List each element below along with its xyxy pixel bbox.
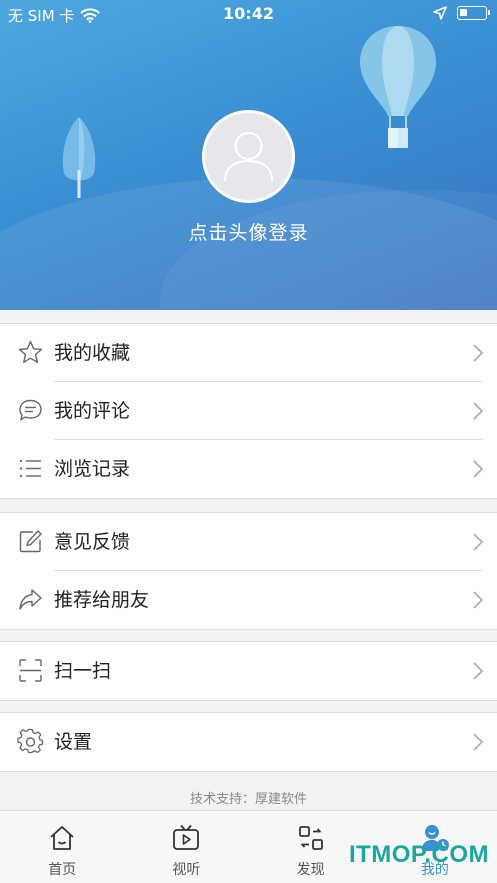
menu-group-scan: 扫一扫 [0, 641, 497, 701]
menu-item-label: 我的评论 [54, 400, 131, 422]
hot-air-balloon-illustration [360, 26, 436, 148]
edit-icon [19, 530, 42, 553]
location-arrow-icon [433, 6, 447, 20]
menu-group-settings: 设置 [0, 712, 497, 772]
comment-icon [19, 399, 42, 421]
menu-item-comments[interactable]: 我的评论 [0, 382, 497, 440]
menu-item-label: 推荐给朋友 [54, 589, 150, 611]
discover-icon [298, 826, 323, 850]
menu-item-scan[interactable]: 扫一扫 [0, 642, 497, 700]
status-bar: 无 SIM 卡 10:42 [0, 0, 497, 28]
chevron-right-icon [473, 591, 484, 609]
scan-icon [19, 659, 42, 682]
menu-item-feedback[interactable]: 意见反馈 [0, 513, 497, 571]
chevron-right-icon [473, 733, 484, 751]
tab-home[interactable]: 首页 [0, 811, 124, 883]
tab-label: 视听 [172, 862, 201, 878]
menu-item-label: 意见反馈 [54, 531, 131, 553]
menu-group-feedback: 意见反馈 推荐给朋友 [0, 512, 497, 630]
login-prompt[interactable]: 点击头像登录 [0, 218, 497, 245]
watermark: ITMOP.COM [348, 841, 489, 868]
menu-item-settings[interactable]: 设置 [0, 713, 497, 771]
avatar[interactable] [202, 110, 295, 203]
list-icon [19, 459, 41, 478]
clock: 10:42 [223, 4, 274, 23]
chevron-right-icon [473, 460, 484, 478]
gear-icon [17, 728, 44, 754]
tab-label: 首页 [48, 862, 77, 878]
user-icon [224, 132, 273, 182]
menu-item-label: 浏览记录 [54, 458, 131, 480]
tv-icon [173, 824, 200, 850]
menu-item-recommend[interactable]: 推荐给朋友 [0, 571, 497, 629]
home-icon [50, 826, 74, 850]
chevron-right-icon [473, 402, 484, 420]
chevron-right-icon [473, 344, 484, 362]
star-icon [18, 340, 43, 363]
tab-media[interactable]: 视听 [124, 811, 248, 883]
support-text: 技术支持：厚建软件 [189, 792, 307, 807]
menu-item-label: 我的收藏 [54, 342, 131, 364]
menu-item-label: 设置 [54, 731, 93, 753]
profile-header: 无 SIM 卡 10:42 点击头像登录 [0, 0, 497, 310]
chevron-right-icon [473, 662, 484, 680]
chevron-right-icon [473, 533, 484, 551]
menu-group-personal: 我的收藏 我的评论 浏览记录 [0, 323, 497, 499]
menu-item-label: 扫一扫 [54, 660, 112, 682]
share-icon [19, 589, 42, 610]
menu-item-history[interactable]: 浏览记录 [0, 440, 497, 498]
battery-icon [457, 6, 490, 20]
tree-illustration [62, 117, 96, 198]
menu-item-favorites[interactable]: 我的收藏 [0, 324, 497, 382]
